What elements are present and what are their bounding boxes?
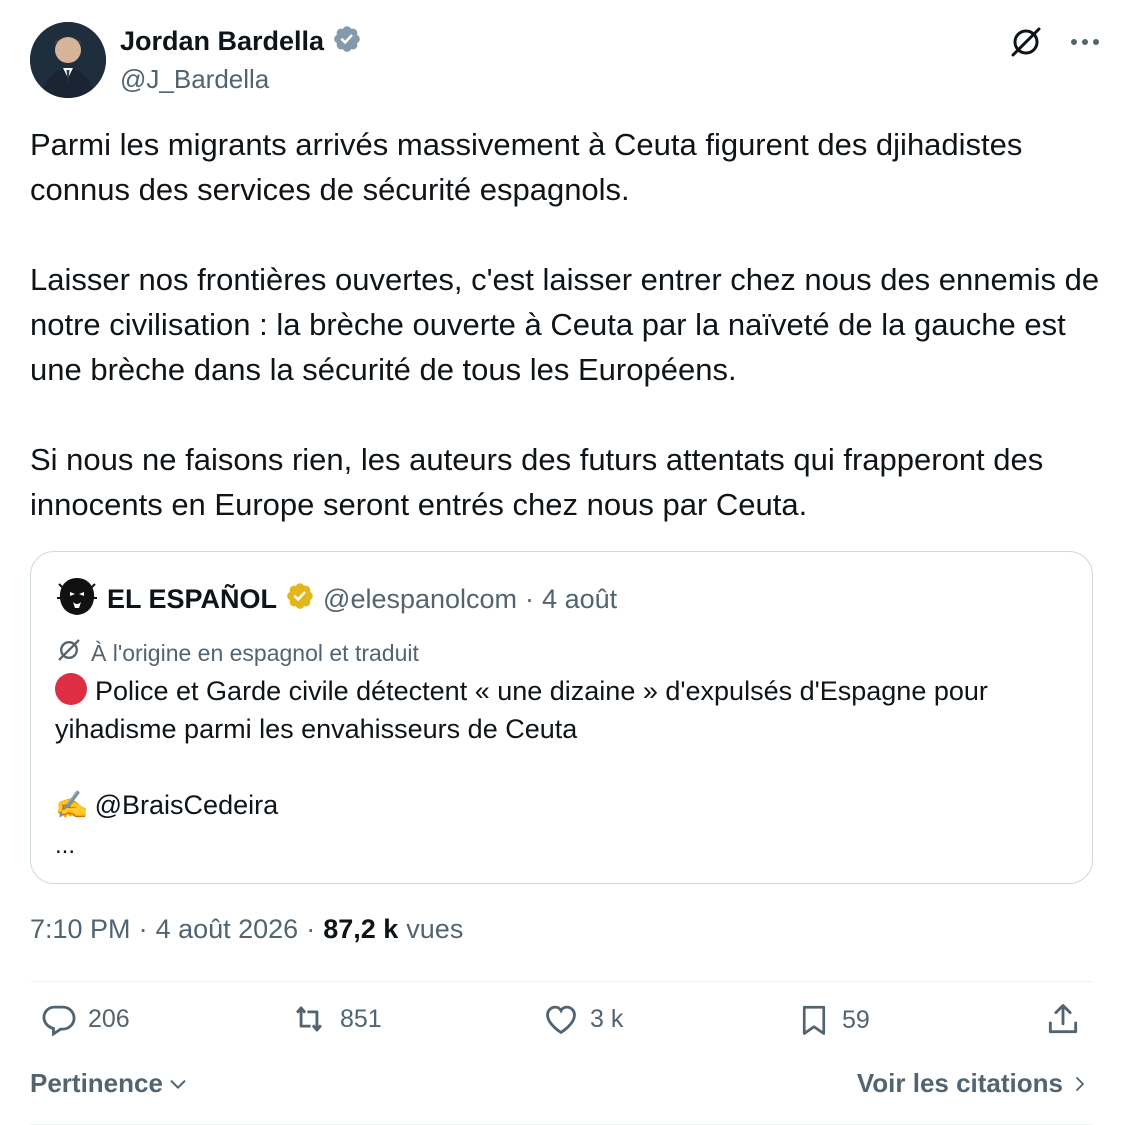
- share-button[interactable]: [1044, 1000, 1082, 1038]
- quote-mention[interactable]: @BraisCedeira: [95, 790, 278, 820]
- divider-top: [30, 981, 1093, 982]
- reply-button[interactable]: 206: [40, 1000, 130, 1038]
- sort-label: Pertinence: [30, 1068, 163, 1098]
- view-quotes-label: Voir les citations: [856, 1068, 1063, 1098]
- bookmark-icon: [802, 1005, 826, 1035]
- tweet-header: Jordan Bardella @J_Bardella: [30, 22, 1100, 102]
- quote-ellipsis: ...: [55, 832, 76, 859]
- verified-gold-badge-icon: [285, 581, 315, 618]
- meta-separator-2: ·: [306, 914, 316, 944]
- meta-separator-1: ·: [138, 914, 148, 944]
- translate-small-icon: [55, 636, 83, 670]
- tweet-meta: 7:10 PM · 4 août 2026 · 87,2 k vues: [30, 914, 463, 945]
- author-name[interactable]: Jordan Bardella: [120, 26, 324, 57]
- repost-button[interactable]: 851: [288, 1000, 382, 1038]
- translate-icon[interactable]: [1008, 24, 1044, 60]
- bookmark-button[interactable]: 59: [796, 1000, 870, 1040]
- views-count: 87,2 k: [323, 914, 399, 944]
- action-bar: 206 851 3 k 59: [30, 1000, 1093, 1056]
- more-icon[interactable]: [1070, 38, 1100, 46]
- avatar[interactable]: [30, 22, 106, 98]
- repost-icon: [296, 1006, 322, 1032]
- replies-footer: Pertinence Voir les citations: [30, 1068, 1093, 1108]
- writing-hand-icon: ✍️: [55, 790, 89, 820]
- author-handle[interactable]: @J_Bardella: [120, 64, 269, 95]
- quote-avatar-icon: [55, 574, 99, 625]
- quote-line-1: Police et Garde civile détectent « une d…: [55, 672, 1065, 748]
- tweet-text: Parmi les migrants arrivés massivement à…: [30, 127, 1100, 522]
- views-label: vues: [406, 914, 464, 944]
- view-quotes-link[interactable]: Voir les citations: [857, 1068, 1089, 1099]
- quote-body: Police et Garde civile détectent « une d…: [55, 672, 1065, 824]
- translation-notice: À l'origine en espagnol et traduit: [55, 636, 419, 670]
- heart-icon: [546, 1005, 576, 1035]
- verified-badge-icon: [332, 24, 362, 59]
- quoted-tweet[interactable]: EL ESPAÑOL @elespanolcom · 4 août À l'or…: [30, 551, 1093, 884]
- quote-author-handle: @elespanolcom: [323, 584, 518, 614]
- red-circle-icon: [55, 673, 87, 705]
- quote-date: 4 août: [542, 584, 618, 614]
- like-button[interactable]: 3 k: [542, 1000, 623, 1038]
- reply-icon: [42, 1005, 76, 1037]
- chevron-right-icon: [1076, 1076, 1084, 1091]
- repost-count: 851: [340, 1004, 382, 1033]
- sort-dropdown[interactable]: Pertinence: [30, 1068, 189, 1099]
- chevron-down-icon: [170, 1079, 186, 1089]
- tweet-time[interactable]: 7:10 PM: [30, 914, 131, 945]
- reply-count: 206: [88, 1004, 130, 1033]
- avatar-photo-icon: [30, 22, 106, 98]
- bookmark-count: 59: [842, 1005, 870, 1034]
- quote-headline: Police et Garde civile détectent « une d…: [55, 676, 988, 744]
- quote-line-2: ✍️ @BraisCedeira: [55, 786, 1065, 824]
- tweet-date[interactable]: 4 août 2026: [156, 914, 299, 945]
- like-count: 3 k: [590, 1004, 624, 1033]
- quote-author-name: EL ESPAÑOL: [107, 584, 278, 614]
- quote-separator: ·: [525, 584, 535, 614]
- translation-label: À l'origine en espagnol et traduit: [91, 639, 419, 666]
- share-icon: [1048, 1004, 1078, 1034]
